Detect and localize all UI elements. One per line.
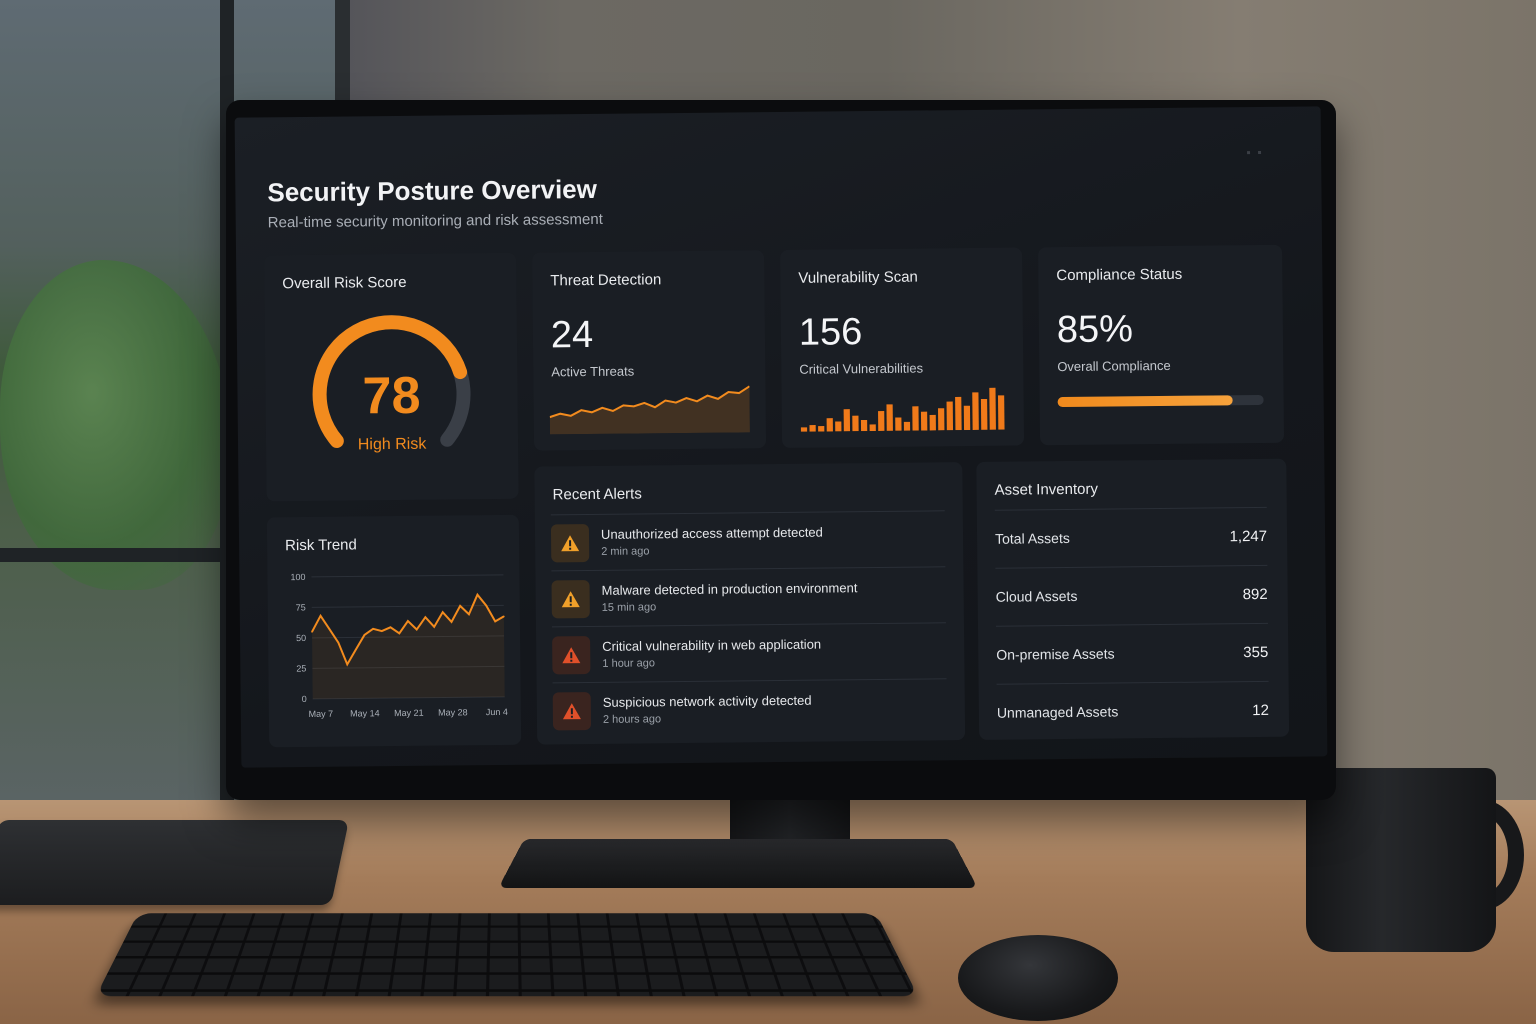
asset-value: 1,247 [1229,527,1268,546]
vulnerability-bar [895,417,902,431]
compliance-title: Compliance Status [1056,265,1183,285]
compliance-progress-fill [1057,395,1233,408]
monitor-stand-base [498,838,978,889]
vulnerability-bar [955,396,962,431]
vulnerability-bar [929,414,936,431]
vulnerability-bar [903,421,911,431]
compliance-label: Overall Compliance [1057,357,1171,375]
vulnerability-bar [809,425,816,432]
mouse [958,935,1118,1021]
alert-item[interactable]: Critical vulnerability in web applicatio… [551,622,947,683]
trend-gridline [311,574,504,578]
vulnerability-bar [912,406,919,431]
asset-row[interactable]: Total Assets 1,247 [994,506,1268,568]
vulnerability-bar [997,395,1005,430]
vulnerability-count: 156 [798,311,863,354]
vulnerability-bar [826,418,833,432]
vulnerability-bar [869,424,876,432]
threat-detection-title: Threat Detection [550,271,662,290]
warning-triangle-icon [552,636,591,675]
trend-ytick-label: 25 [296,663,306,673]
vulnerability-bar [835,421,842,432]
trend-ytick-label: 75 [296,602,306,612]
vulnerability-bar [800,427,808,432]
risk-trend-title: Risk Trend [285,536,357,555]
trend-ytick-label: 50 [296,633,306,643]
page-subtitle: Real-time security monitoring and risk a… [267,210,603,232]
risk-trend-chart: 100 75 50 25 0May 7 May 14 May 21 May 28 Jun 4 [290,572,508,719]
recent-alerts-title: Recent Alerts [552,485,642,504]
threat-detection-card[interactable]: Threat Detection 24 Active Threats [532,250,767,451]
asset-label: Total Assets [994,529,1070,547]
page-title: Security Posture Overview [267,173,598,208]
warning-triangle-icon [551,580,590,619]
asset-label: Unmanaged Assets [996,703,1119,721]
vulnerability-bar [818,426,825,432]
vulnerability-bar [878,411,885,431]
warning-triangle-icon [552,692,592,731]
risk-score-card[interactable]: Overall Risk Score 78 High Risk [264,252,519,502]
warning-triangle-icon [550,524,590,563]
alert-item[interactable]: Unauthorized access attempt detected 2 m… [550,510,946,571]
alert-item[interactable]: Suspicious network activity detected 2 h… [552,678,948,739]
vulnerability-bar [886,404,893,431]
asset-row[interactable]: Unmanaged Assets 12 [996,680,1270,742]
coffee-mug [1306,768,1496,952]
threat-label: Active Threats [551,363,635,380]
vulnerability-bar [946,401,954,431]
vulnerability-scan-title: Vulnerability Scan [798,268,918,287]
trend-ytick-label: 0 [302,694,307,704]
vulnerability-bar [980,398,988,430]
vulnerability-bar [972,392,979,430]
asset-value: 12 [1252,701,1269,720]
risk-score-value: 78 [362,366,421,426]
compliance-progress-track [1057,394,1264,408]
dashboard-screen: Security Posture Overview Real-time secu… [234,106,1328,768]
trend-xtick-label: Jun 4 [486,707,508,717]
threat-sparkline [549,385,750,435]
tablet-device [0,820,350,905]
alert-title: Unauthorized access attempt detected [600,524,823,542]
asset-value: 355 [1243,643,1269,662]
alert-time: 15 min ago [601,601,657,614]
vulnerability-bar [963,405,971,431]
risk-score-label: High Risk [357,435,427,454]
asset-label: Cloud Assets [995,587,1078,605]
vulnerability-bar [989,387,996,430]
vulnerability-bar-chart [800,387,1005,432]
risk-score-title: Overall Risk Score [282,273,407,293]
vulnerability-bar [938,408,945,431]
trend-xtick-label: May 7 [309,709,334,719]
asset-value: 892 [1242,585,1268,604]
asset-inventory-title: Asset Inventory [994,480,1099,499]
vulnerability-bar [920,411,928,431]
asset-row[interactable]: On-premise Assets 355 [995,622,1269,684]
vulnerability-label: Critical Vulnerabilities [799,360,924,377]
compliance-card[interactable]: Compliance Status 85% Overall Compliance [1038,244,1285,446]
alert-time: 2 hours ago [602,713,662,726]
recent-alerts-card: Recent Alerts Unauthorized access attemp… [534,462,966,745]
screen-dots-icon [1247,150,1262,155]
alert-time: 1 hour ago [602,657,656,670]
trend-xtick-label: May 21 [394,708,424,718]
vulnerability-scan-card[interactable]: Vulnerability Scan 156 Critical Vulnerab… [780,247,1025,448]
alert-title: Suspicious network activity detected [602,692,812,710]
vulnerability-bar [860,419,868,432]
asset-inventory-card: Asset Inventory Total Assets 1,247 Cloud… [976,458,1290,742]
asset-row[interactable]: Cloud Assets 892 [995,564,1268,626]
asset-label: On-premise Assets [996,645,1115,663]
trend-ytick-label: 100 [290,572,305,582]
alert-title: Malware detected in production environme… [601,580,858,598]
trend-xtick-label: May 28 [438,707,468,717]
trend-xtick-label: May 14 [350,708,380,718]
vulnerability-bar [852,415,859,432]
compliance-value: 85% [1056,308,1134,352]
alert-time: 2 min ago [601,545,650,558]
risk-trend-card[interactable]: Risk Trend 100 75 50 25 0 May 7 May 14 May 21 Ma… [266,514,522,748]
alert-item[interactable]: Malware detected in production environme… [551,566,946,627]
keyboard [95,913,919,997]
vulnerability-bar [843,409,851,432]
alert-title: Critical vulnerability in web applicatio… [602,636,822,654]
threat-count: 24 [550,313,594,357]
